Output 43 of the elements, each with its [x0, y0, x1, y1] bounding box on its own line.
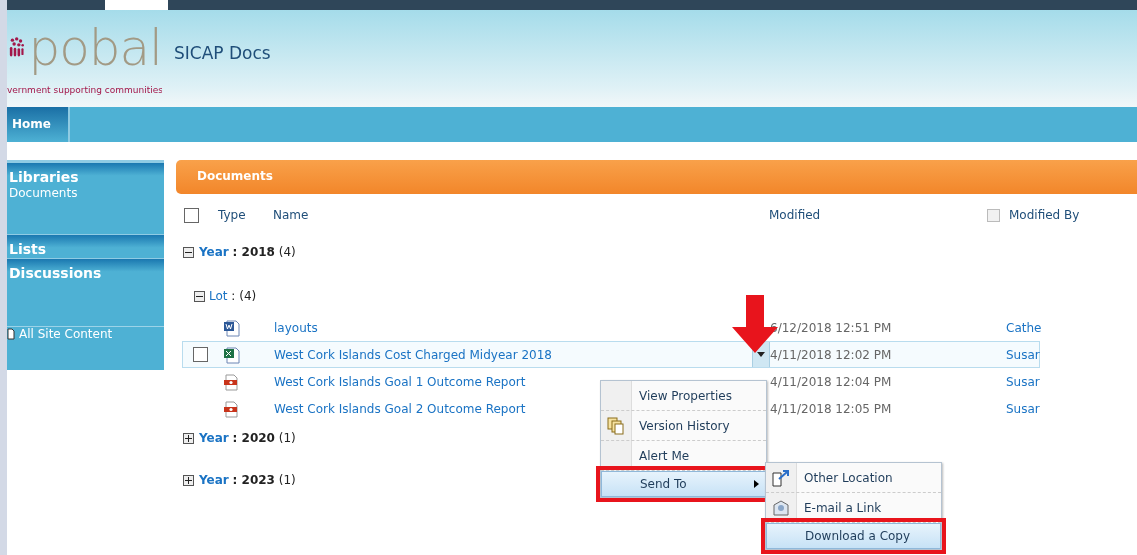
column-header[interactable]: Type	[218, 208, 273, 222]
group-heading[interactable]: Year : 2018 (4)	[199, 245, 296, 259]
document-icon	[7, 328, 15, 340]
collapse-toggle-icon[interactable]	[183, 432, 194, 444]
user-link[interactable]: Cathe	[1006, 320, 1042, 335]
collapse-toggle-icon[interactable]	[183, 246, 194, 258]
document-link[interactable]: West Cork Islands Goal 1 Outcome Report	[274, 374, 526, 389]
home-tab[interactable]: Home	[7, 107, 70, 142]
modified-date: 6/12/2018 12:51 PM	[770, 320, 893, 335]
user-link[interactable]: Susar	[1006, 374, 1040, 389]
word-document-icon	[223, 318, 241, 337]
send-document-icon	[771, 467, 791, 488]
logo-tagline: vernment supporting communities	[7, 84, 162, 95]
collapse-toggle-icon[interactable]	[183, 474, 194, 486]
menu-item[interactable]: Other Location	[766, 463, 941, 493]
user-link[interactable]: Susar	[1006, 347, 1040, 362]
pdf-icon	[223, 399, 239, 418]
modified-date: 4/11/2018 12:04 PM	[770, 374, 893, 389]
modified-date: 4/11/2018 12:05 PM	[770, 401, 893, 416]
modified-date: 4/11/2018 12:02 PM	[770, 347, 893, 362]
site-title: SICAP Docs	[174, 42, 271, 63]
group-heading[interactable]: Year : 2023 (1)	[199, 473, 296, 487]
checkbox[interactable]	[987, 208, 1000, 222]
row-checkbox[interactable]	[192, 347, 208, 362]
versions-icon	[607, 416, 625, 435]
pdf-icon	[223, 372, 239, 391]
column-header[interactable]: Modified By	[1009, 208, 1080, 222]
spreadsheet-icon	[223, 345, 241, 364]
document-link[interactable]: West Cork Islands Goal 2 Outcome Report	[274, 401, 526, 416]
user-link[interactable]: Susar	[1006, 401, 1040, 416]
submenu-arrow-icon	[754, 480, 759, 488]
panel-title: Documents	[197, 168, 273, 183]
select-all-checkbox[interactable]	[184, 207, 199, 223]
column-header[interactable]: Name	[273, 208, 769, 222]
collapse-toggle-icon[interactable]	[194, 290, 205, 302]
menu-item[interactable]: View Properties	[601, 381, 766, 411]
column-header[interactable]: Modified	[769, 208, 1005, 222]
document-row[interactable]: West Cork Islands Cost Charged Midyear 2018 4/11/2018 12:02 PM Susar	[182, 341, 1040, 368]
group-heading[interactable]: Year : 2020 (1)	[199, 431, 296, 445]
menu-item[interactable]: Version History	[601, 411, 766, 441]
document-link[interactable]: layouts	[274, 320, 318, 335]
group-heading[interactable]: Lot : (4)	[209, 289, 257, 303]
document-link[interactable]: West Cork Islands Cost Charged Midyear 2018	[274, 347, 552, 362]
